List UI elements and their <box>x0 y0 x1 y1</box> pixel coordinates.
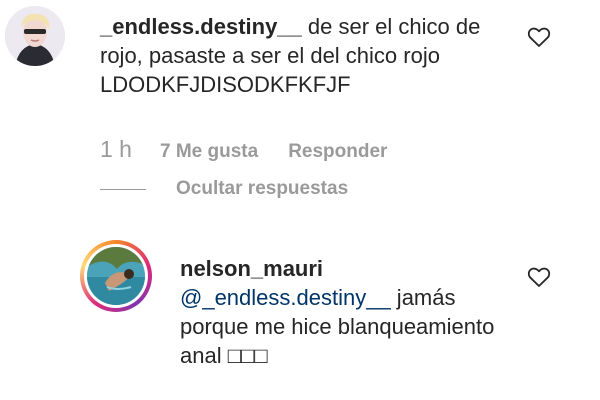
comment-thread: _endless.destiny__ de ser el chico de ro… <box>0 0 600 400</box>
reply-body: nelson_mauri @_endless.destiny__ jamás po… <box>180 254 520 370</box>
heart-outline-icon[interactable] <box>527 26 551 48</box>
comment-username[interactable]: _endless.destiny__ <box>100 14 302 39</box>
likes-count[interactable]: 7 Me gusta <box>160 141 258 163</box>
avatar-photo <box>5 6 65 66</box>
hide-replies-button[interactable]: Ocultar respuestas <box>100 178 348 200</box>
comment-meta: 1 h 7 Me gusta Responder <box>100 136 387 163</box>
comment-time[interactable]: 1 h <box>100 136 132 163</box>
heart-outline-icon[interactable] <box>527 266 551 288</box>
avatar[interactable] <box>5 6 65 66</box>
comment-body: _endless.destiny__ de ser el chico de ro… <box>100 12 500 99</box>
divider <box>100 188 146 190</box>
reply-username[interactable]: nelson_mauri <box>180 256 323 281</box>
reply-button[interactable]: Responder <box>288 141 387 163</box>
story-ring[interactable] <box>80 240 152 312</box>
avatar <box>87 247 145 305</box>
hide-replies-label: Ocultar respuestas <box>176 178 349 199</box>
mention-link[interactable]: @_endless.destiny__ <box>180 285 391 310</box>
avatar-photo <box>87 247 145 305</box>
